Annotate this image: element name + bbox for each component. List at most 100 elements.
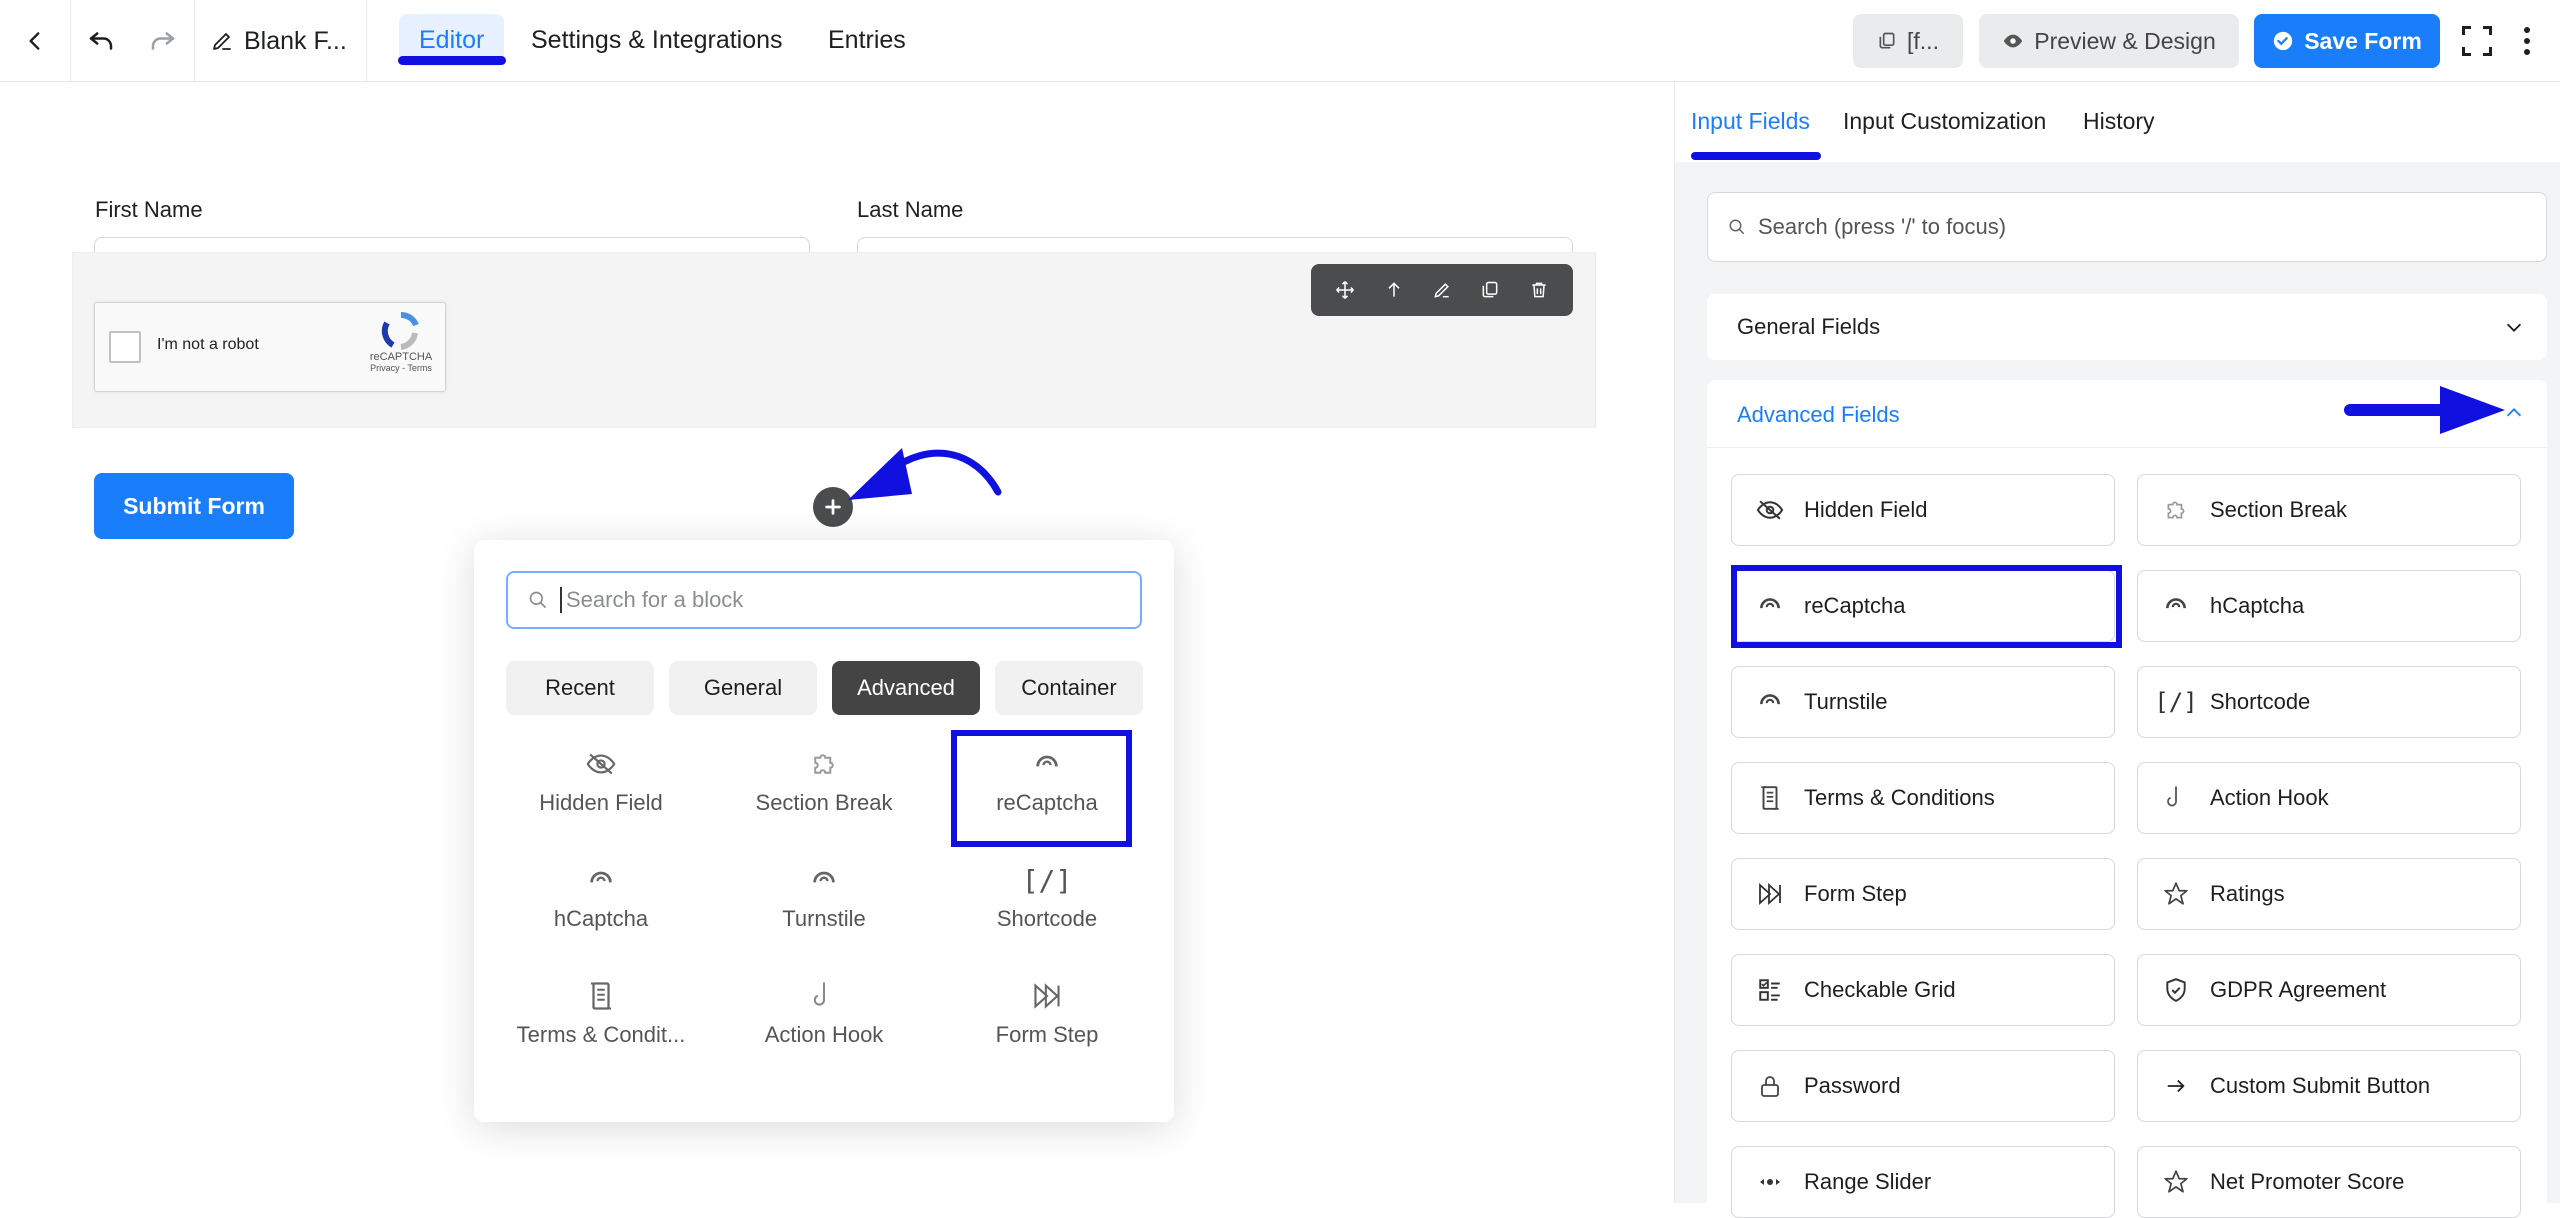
block-form-step[interactable]: Form Step [947, 964, 1147, 1064]
annotation-highlight-box [951, 730, 1132, 847]
field-search-placeholder: Search (press '/' to focus) [1758, 214, 2007, 239]
field-search-input[interactable]: Search (press '/' to focus) [1707, 192, 2547, 262]
field-shortcode[interactable]: [/] Shortcode [2137, 666, 2521, 738]
field-net-promoter-score[interactable]: Net Promoter Score [2137, 1146, 2521, 1218]
copy-icon [1877, 31, 1897, 51]
field-section-break[interactable]: Section Break [2137, 474, 2521, 546]
move-icon[interactable] [1325, 270, 1365, 310]
field-action-hook[interactable]: Action Hook [2137, 762, 2521, 834]
check-circle-icon [2272, 30, 2294, 52]
field-hcaptcha[interactable]: hCaptcha [2137, 570, 2521, 642]
field-toolbar [1311, 264, 1573, 316]
block-hidden-field[interactable]: Hidden Field [501, 732, 701, 832]
kebab-icon [2523, 26, 2531, 56]
sidebar-tabs: Input Fields Input Customization History [1675, 82, 2560, 162]
shortcode-icon: [/] [2154, 688, 2198, 716]
field-range-slider[interactable]: Range Slider [1731, 1146, 2115, 1218]
arrow-up-icon[interactable] [1374, 270, 1414, 310]
shortcode-label: [f... [1907, 27, 1939, 54]
duplicate-icon[interactable] [1470, 270, 1510, 310]
field-label: Custom Submit Button [2210, 1073, 2431, 1098]
field-label: hCaptcha [2210, 593, 2305, 618]
block-shortcode[interactable]: [/] Shortcode [947, 848, 1147, 948]
form-title-text: Blank F... [244, 26, 347, 55]
block-search-input[interactable]: Search for a block [506, 571, 1142, 629]
field-hidden-field[interactable]: Hidden Field [1731, 474, 2115, 546]
search-icon [528, 590, 548, 610]
pencil-icon [210, 29, 234, 53]
block-action-hook[interactable]: Action Hook [724, 964, 924, 1064]
submit-form-button[interactable]: Submit Form [94, 473, 294, 539]
fullscreen-icon [2459, 23, 2495, 59]
redo-button[interactable] [132, 0, 194, 82]
shield-icon [2162, 976, 2190, 1004]
field-label: GDPR Agreement [2210, 977, 2387, 1002]
eye-icon [2002, 30, 2024, 52]
arrow-right-icon [2162, 1072, 2190, 1100]
recaptcha-links[interactable]: Privacy - Terms [369, 363, 433, 373]
eye-slash-icon [1756, 496, 1784, 524]
category-recent[interactable]: Recent [506, 661, 654, 715]
tab-input-customization[interactable]: Input Customization [1843, 108, 2046, 135]
field-label: Shortcode [2210, 689, 2311, 714]
block-label: Turnstile [782, 906, 866, 931]
field-label: Hidden Field [1804, 497, 1928, 522]
category-container[interactable]: Container [995, 661, 1143, 715]
save-label: Save Form [2304, 27, 2422, 54]
field-form-step[interactable]: Form Step [1731, 858, 2115, 930]
field-label: Password [1804, 1073, 1901, 1098]
field-terms-conditions[interactable]: Terms & Conditions [1731, 762, 2115, 834]
grid-check-icon [1756, 976, 1784, 1004]
block-hcaptcha[interactable]: hCaptcha [501, 848, 701, 948]
block-search-placeholder: Search for a block [566, 587, 744, 612]
annotation-curved-arrow [848, 448, 1002, 500]
block-turnstile[interactable]: Turnstile [724, 848, 924, 948]
redo-icon [148, 26, 178, 56]
chevron-left-icon [22, 28, 48, 54]
preview-design-button[interactable]: Preview & Design [1979, 14, 2239, 68]
category-advanced[interactable]: Advanced [832, 661, 980, 715]
block-label: hCaptcha [553, 906, 649, 931]
category-general[interactable]: General [669, 661, 817, 715]
recaptcha-text: I'm not a robot [157, 336, 259, 353]
trash-icon[interactable] [1519, 270, 1559, 310]
more-options-button[interactable] [2502, 0, 2552, 82]
form-title[interactable]: Blank F... [210, 0, 347, 82]
undo-button[interactable] [70, 0, 132, 82]
recaptcha-widget[interactable]: I'm not a robot reCAPTCHA Privacy - Term… [94, 302, 446, 392]
range-icon [1756, 1168, 1784, 1196]
tab-input-fields[interactable]: Input Fields [1691, 108, 1810, 135]
undo-icon [86, 26, 116, 56]
recaptcha-brand: reCAPTCHA [369, 351, 433, 363]
field-label: Turnstile [1804, 689, 1888, 714]
general-fields-accordion[interactable]: General Fields [1707, 294, 2547, 360]
field-checkable-grid[interactable]: Checkable Grid [1731, 954, 2115, 1026]
save-form-button[interactable]: Save Form [2254, 14, 2440, 68]
edit-icon[interactable] [1422, 270, 1462, 310]
fullscreen-button[interactable] [2452, 0, 2502, 82]
hcaptcha-icon [587, 864, 615, 896]
field-password[interactable]: Password [1731, 1050, 2115, 1122]
shortcode-button[interactable]: [f... [1853, 14, 1963, 68]
scroll-icon [1756, 784, 1784, 812]
field-label: Checkable Grid [1804, 977, 1956, 1002]
block-terms-conditions[interactable]: Terms & Condit... [501, 964, 701, 1064]
recaptcha-checkbox[interactable] [109, 331, 141, 363]
block-section-break[interactable]: Section Break [724, 732, 924, 832]
annotation-underline [1691, 152, 1821, 160]
block-label: Terms & Condit... [516, 1022, 686, 1047]
field-label: Net Promoter Score [2210, 1169, 2405, 1194]
field-ratings[interactable]: Ratings [2137, 858, 2521, 930]
step-forward-icon [1032, 980, 1062, 1012]
tab-entries[interactable]: Entries [808, 14, 926, 66]
field-turnstile[interactable]: Turnstile [1731, 666, 2115, 738]
field-gdpr-agreement[interactable]: GDPR Agreement [2137, 954, 2521, 1026]
general-fields-title: General Fields [1737, 314, 1881, 339]
field-label: Range Slider [1804, 1169, 1932, 1194]
field-custom-submit-button[interactable]: Custom Submit Button [2137, 1050, 2521, 1122]
top-bar: Blank F... Editor Settings & Integration… [0, 0, 2560, 82]
last-name-label: Last Name [857, 197, 964, 222]
back-button[interactable] [0, 0, 70, 82]
tab-settings[interactable]: Settings & Integrations [511, 14, 803, 66]
tab-history[interactable]: History [2083, 108, 2155, 135]
